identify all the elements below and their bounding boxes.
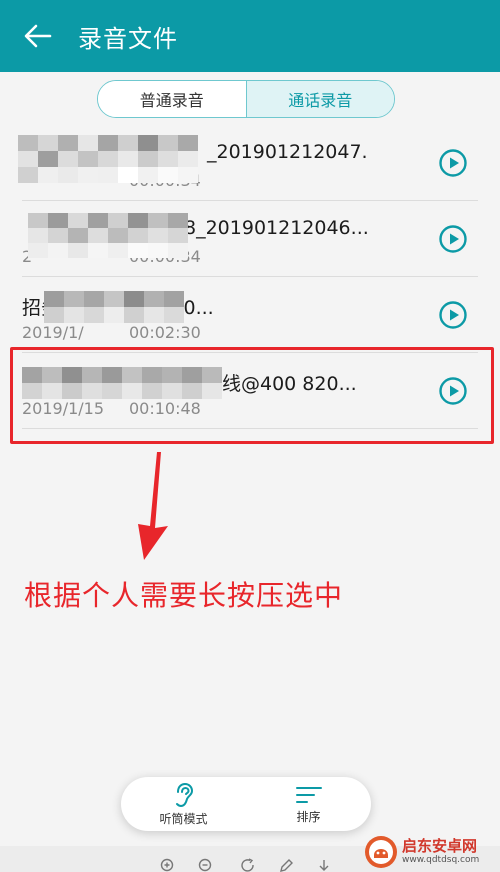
recording-name: 招务热线@400 820... — [22, 297, 214, 319]
back-button[interactable] — [8, 0, 68, 72]
zoom-out-icon[interactable] — [198, 858, 214, 872]
watermark-logo-icon — [365, 836, 397, 868]
recording-duration: 00:00:34 — [129, 247, 201, 266]
sort-label: 排序 — [296, 809, 321, 824]
recording-meta: 2 00:00:34 — [22, 247, 201, 266]
recording-name: 8_201901212046... — [184, 217, 367, 239]
download-icon[interactable] — [316, 858, 332, 872]
recording-item[interactable]: _201901212047... 00:00:34 — [0, 125, 500, 201]
play-icon[interactable] — [438, 300, 468, 330]
page-title: 录音文件 — [78, 24, 178, 53]
play-icon[interactable] — [438, 224, 468, 254]
recording-date: 2019/1/ — [22, 323, 84, 342]
watermark-url: www.qdtdsq.com — [402, 855, 480, 865]
recording-duration: 00:00:34 — [129, 171, 201, 190]
earpiece-mode-button[interactable]: 听筒模式 — [121, 777, 246, 831]
sort-button[interactable]: 排序 — [246, 777, 371, 831]
tab-call-recording[interactable]: 通话录音 — [245, 81, 394, 117]
app-bar: 录音文件 — [0, 0, 500, 72]
recording-item[interactable]: 8_201901212046... 2 00:00:34 — [0, 201, 500, 277]
recording-date: 2 — [22, 247, 33, 266]
recording-duration: 00:02:30 — [129, 323, 201, 342]
highlight-box — [10, 347, 494, 444]
bottom-action-bar: 听筒模式 排序 — [121, 777, 371, 831]
recording-meta: 00:00:34 — [22, 171, 201, 190]
tab-normal-recording[interactable]: 普通录音 — [98, 81, 246, 117]
instruction-annotation: 根据个人需要长按压选中 — [24, 579, 344, 612]
recording-type-tabs: 普通录音 通话录音 — [97, 80, 395, 118]
rotate-icon[interactable] — [240, 858, 256, 872]
recording-meta: 2019/1/00:02:30 — [22, 323, 201, 342]
edit-icon[interactable] — [278, 858, 294, 872]
watermark-name: 启东安卓网 — [402, 837, 478, 855]
site-watermark: 启东安卓网 www.qdtdsq.com — [364, 832, 496, 872]
recording-name: _201901212047... — [207, 141, 367, 163]
sort-icon — [295, 786, 322, 803]
play-icon[interactable] — [438, 148, 468, 178]
recording-item[interactable]: 招务热线@400 820... 2019/1/00:02:30 — [0, 277, 500, 353]
ear-icon — [175, 782, 193, 807]
arrow-left-icon — [24, 24, 52, 48]
zoom-in-icon[interactable] — [160, 858, 176, 872]
arrow-down-icon — [138, 452, 168, 560]
earpiece-mode-label: 听筒模式 — [159, 811, 208, 826]
